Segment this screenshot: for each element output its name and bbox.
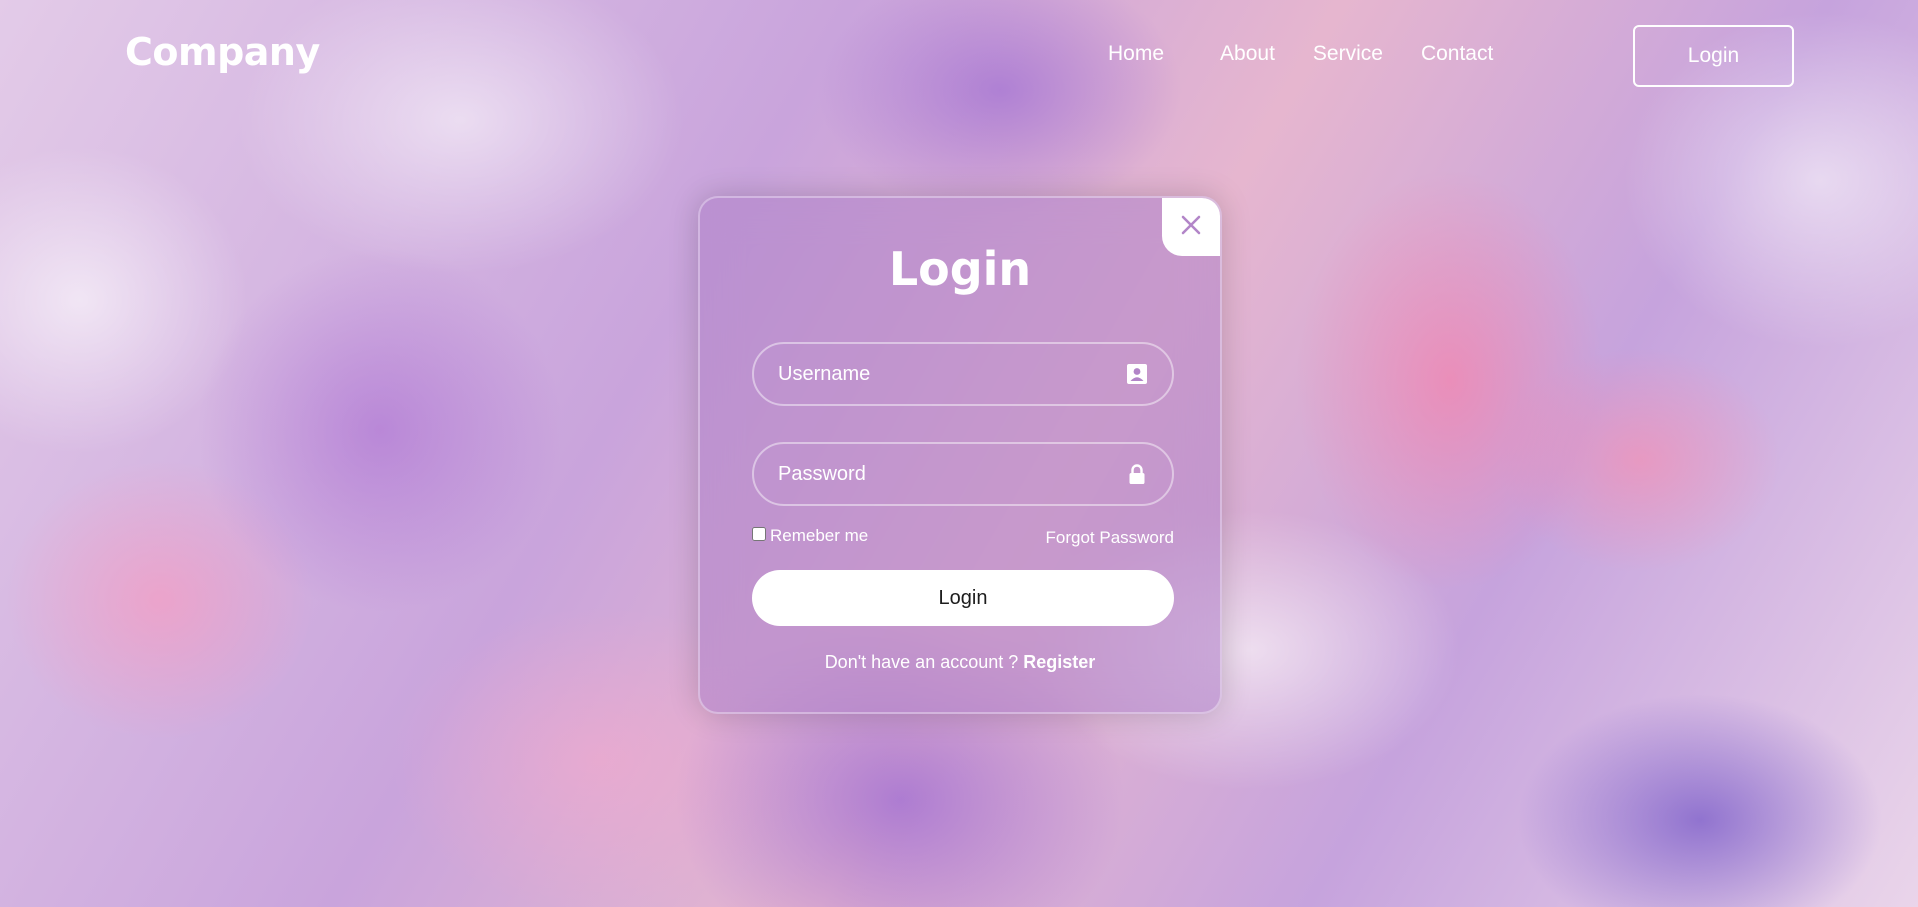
company-logo[interactable]: Company [125,30,320,74]
password-input[interactable] [754,444,1172,504]
login-submit-button[interactable]: Login [752,570,1174,626]
nav-service[interactable]: Service [1313,42,1383,66]
username-field-wrapper [752,342,1174,406]
remember-label: Remeber me [770,526,869,545]
register-prompt: Don't have an account ? [824,652,1024,672]
username-input[interactable] [754,344,1172,404]
modal-title: Login [888,242,1032,296]
remember-checkbox[interactable] [752,527,766,541]
lock-icon [1126,463,1148,485]
remember-me[interactable]: Remeber me [752,526,868,546]
nav-home[interactable]: Home [1108,42,1164,66]
register-row: Don't have an account ? Register [700,652,1220,673]
remember-row: Remeber me Forgot Password [752,526,1174,550]
login-modal: Login Remeber me Forgot Password Login [698,196,1222,714]
close-icon [1180,214,1202,240]
header-login-button[interactable]: Login [1633,25,1794,87]
nav-about[interactable]: About [1220,42,1275,66]
nav-contact[interactable]: Contact [1421,42,1493,66]
forgot-password-link[interactable]: Forgot Password [1046,528,1175,548]
user-card-icon [1126,363,1148,385]
register-link[interactable]: Register [1023,652,1095,672]
site-header: Company Home About Service Contact Login [0,0,1918,112]
password-field-wrapper [752,442,1174,506]
main-nav: Home About Service Contact [1108,42,1531,66]
